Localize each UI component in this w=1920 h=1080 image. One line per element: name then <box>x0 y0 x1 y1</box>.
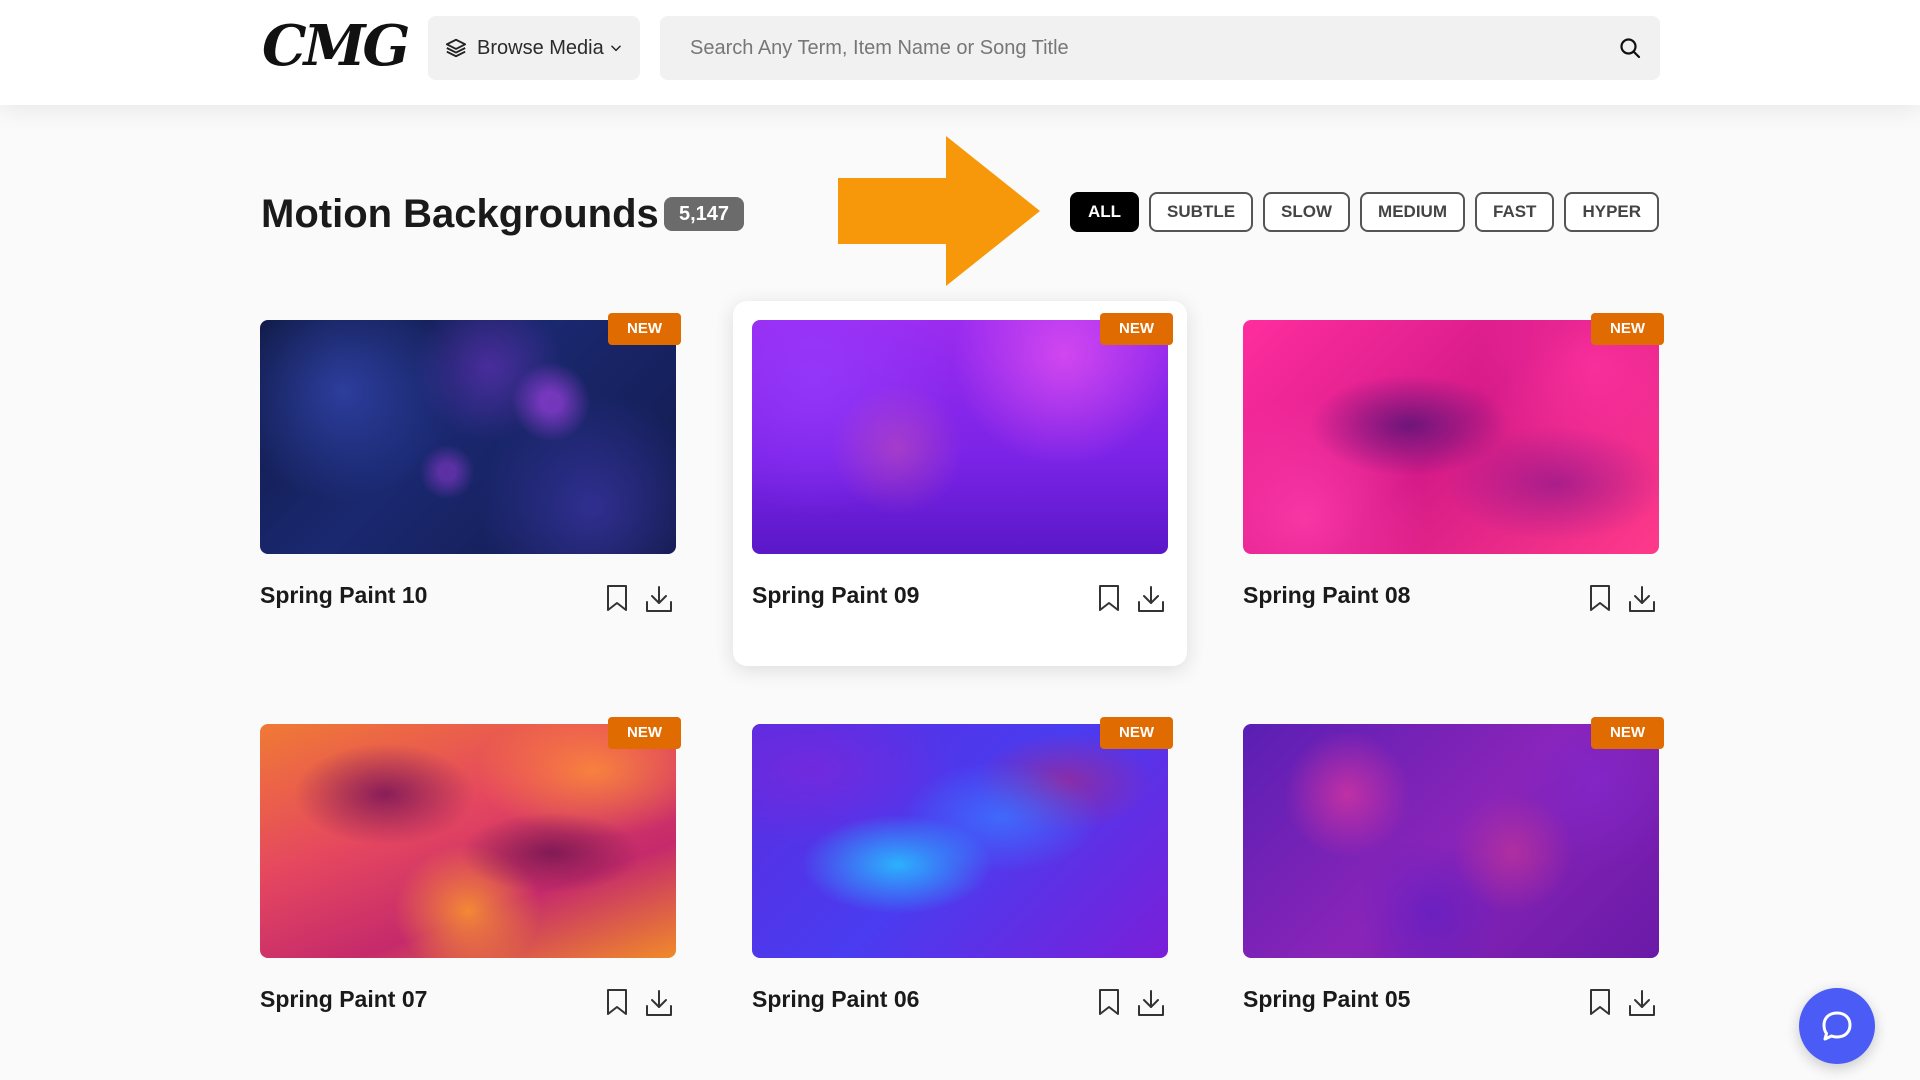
card-title[interactable]: Spring Paint 07 <box>260 986 427 1013</box>
media-card[interactable]: NEW Spring Paint 07 <box>260 717 681 1016</box>
download-icon[interactable] <box>644 584 674 614</box>
page-title: Motion Backgrounds <box>261 192 659 236</box>
thumbnail[interactable] <box>260 724 676 958</box>
filter-slow[interactable]: SLOW <box>1263 192 1351 232</box>
filter-all[interactable]: ALL <box>1070 192 1140 232</box>
new-badge: NEW <box>608 717 681 749</box>
bookmark-icon[interactable] <box>604 584 630 612</box>
card-title[interactable]: Spring Paint 05 <box>1243 986 1410 1013</box>
speed-filter-group: ALL SUBTLE SLOW MEDIUM FAST HYPER <box>1070 192 1669 232</box>
bookmark-icon[interactable] <box>1587 988 1613 1016</box>
filter-hyper[interactable]: HYPER <box>1564 192 1660 232</box>
filter-subtle[interactable]: SUBTLE <box>1149 192 1254 232</box>
browse-media-label: Browse Media <box>477 36 604 59</box>
bookmark-icon[interactable] <box>1096 988 1122 1016</box>
cmg-logo[interactable]: CMG <box>262 14 410 78</box>
download-icon[interactable] <box>1627 988 1657 1018</box>
download-icon[interactable] <box>1136 584 1166 614</box>
download-icon[interactable] <box>644 988 674 1018</box>
browse-media-button[interactable]: Browse Media <box>428 16 640 80</box>
layers-icon <box>445 38 467 58</box>
download-icon[interactable] <box>1627 584 1657 614</box>
media-card[interactable]: NEW Spring Paint 09 <box>733 301 1187 666</box>
card-title[interactable]: Spring Paint 09 <box>752 582 919 609</box>
filter-fast[interactable]: FAST <box>1475 192 1555 232</box>
filter-medium[interactable]: MEDIUM <box>1360 192 1465 232</box>
thumbnail[interactable] <box>260 320 676 554</box>
search-icon[interactable] <box>1618 36 1642 60</box>
result-count-badge: 5,147 <box>664 197 745 231</box>
thumbnail[interactable] <box>1243 724 1659 958</box>
media-card[interactable]: NEW Spring Paint 06 <box>752 717 1173 1016</box>
bookmark-icon[interactable] <box>604 988 630 1016</box>
new-badge: NEW <box>608 313 681 345</box>
media-card[interactable]: NEW Spring Paint 05 <box>1243 717 1664 1016</box>
thumbnail[interactable] <box>1243 320 1659 554</box>
new-badge: NEW <box>1591 717 1664 749</box>
new-badge: NEW <box>1100 313 1173 345</box>
card-title[interactable]: Spring Paint 06 <box>752 986 919 1013</box>
search-input[interactable] <box>660 16 1600 80</box>
media-card[interactable]: NEW Spring Paint 10 <box>260 313 681 612</box>
chevron-down-icon <box>610 45 621 52</box>
search-bar <box>660 16 1660 80</box>
top-header: CMG Browse Media <box>0 0 1920 105</box>
bookmark-icon[interactable] <box>1096 584 1122 612</box>
bookmark-icon[interactable] <box>1587 584 1613 612</box>
help-chat-button[interactable] <box>1799 988 1875 1064</box>
card-title[interactable]: Spring Paint 10 <box>260 582 427 609</box>
thumbnail[interactable] <box>752 724 1168 958</box>
card-title[interactable]: Spring Paint 08 <box>1243 582 1410 609</box>
media-card[interactable]: NEW Spring Paint 08 <box>1243 313 1664 612</box>
thumbnail[interactable] <box>752 320 1168 554</box>
new-badge: NEW <box>1100 717 1173 749</box>
download-icon[interactable] <box>1136 988 1166 1018</box>
arrow-annotation-icon <box>838 136 1040 286</box>
chat-bubble-icon <box>1822 1011 1852 1041</box>
new-badge: NEW <box>1591 313 1664 345</box>
